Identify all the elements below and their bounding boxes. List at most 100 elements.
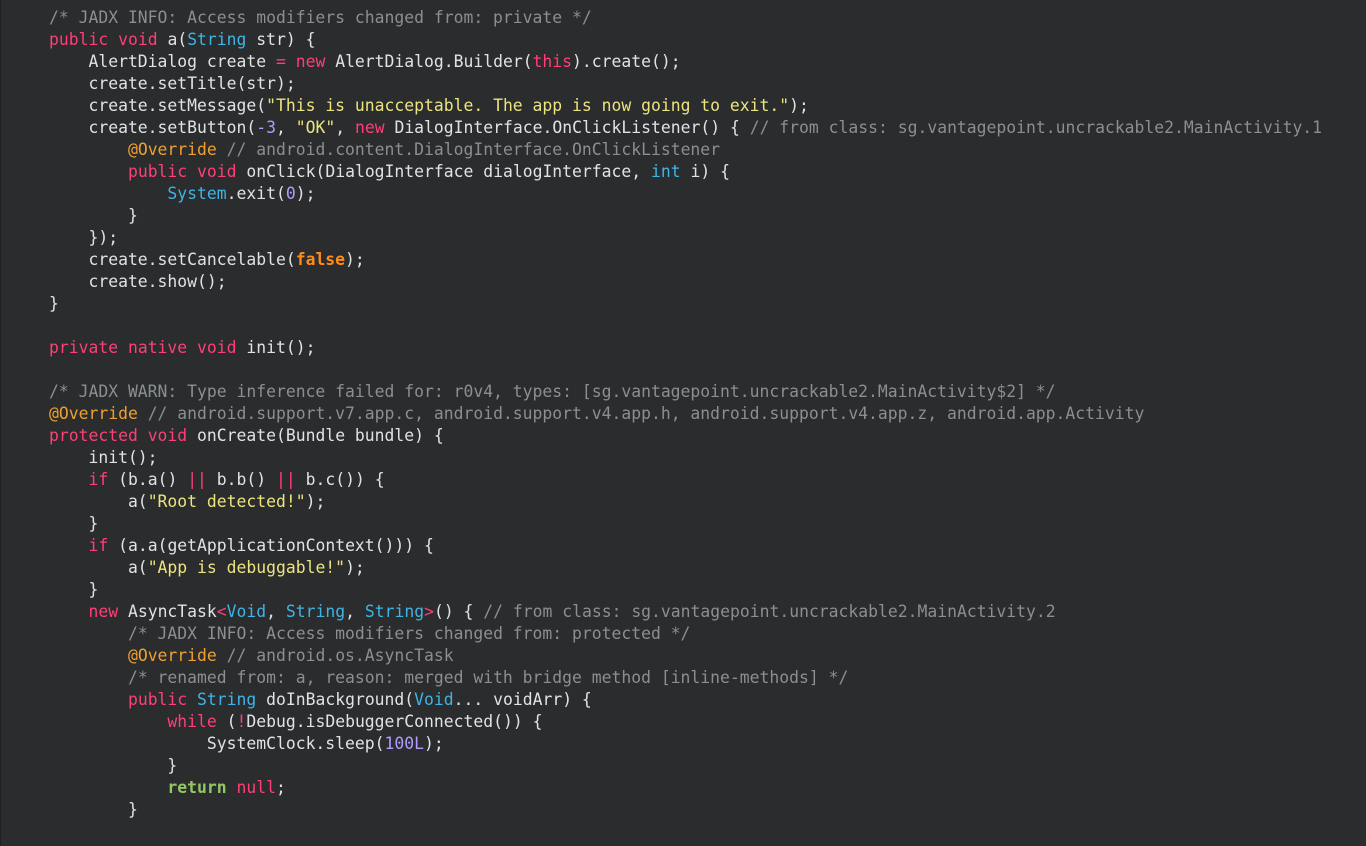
operator-token: || <box>187 470 207 489</box>
code-line: create.setCancelable(false); <box>49 249 1322 271</box>
code-text: } <box>49 294 59 313</box>
code-line: /* renamed from: a, reason: merged with … <box>49 667 1322 689</box>
keyword-token: public <box>49 30 109 49</box>
code-text: ); <box>789 96 809 115</box>
keyword-token: void <box>197 162 237 181</box>
code-editor[interactable]: /* JADX INFO: Access modifiers changed f… <box>0 0 1366 846</box>
string-literal: "This is unacceptable. The app is now go… <box>266 96 790 115</box>
type-token: String <box>364 602 425 621</box>
code-line: return null; <box>49 777 1322 799</box>
code-text: ); <box>295 184 316 203</box>
keyword-token: new <box>354 118 385 137</box>
code-line: ​ <box>49 315 1322 337</box>
number-literal: 100L <box>384 734 424 753</box>
code-text: (b.a() <box>108 470 188 489</box>
code-line: create.setTitle(str); <box>49 73 1322 95</box>
code-text: Debug.isDebuggerConnected()) { <box>246 712 543 731</box>
comment-token: /* renamed from: a, reason: merged with … <box>127 668 849 687</box>
code-text: } <box>49 800 138 819</box>
type-token: String <box>285 602 346 621</box>
code-text: AlertDialog.Builder( <box>325 52 533 71</box>
code-text: create.setMessage( <box>49 96 267 115</box>
code-text: create.setTitle(str); <box>49 74 296 93</box>
code-line: /* JADX WARN: Type inference failed for:… <box>49 381 1322 403</box>
type-token: String <box>187 30 247 49</box>
code-text: .exit( <box>226 184 286 203</box>
keyword-token: new <box>88 602 119 621</box>
annotation-token: @Override <box>127 140 217 159</box>
code-text: create.show(); <box>49 272 227 291</box>
code-line: } <box>49 513 1322 535</box>
code-text: ... voidArr) { <box>453 690 592 709</box>
type-token: String <box>197 690 257 709</box>
keyword-token: private <box>49 338 119 357</box>
code-text: ); <box>424 734 444 753</box>
keyword-token: public <box>127 162 188 181</box>
code-line: protected void onCreate(Bundle bundle) { <box>49 425 1322 447</box>
code-line: create.setMessage("This is unacceptable.… <box>49 95 1322 117</box>
code-line: if (a.a(getApplicationContext())) { <box>49 535 1322 557</box>
code-line: if (b.a() || b.b() || b.c()) { <box>49 469 1322 491</box>
code-text: b.b() <box>206 470 277 489</box>
code-line: public void a(String str) { <box>49 29 1322 51</box>
number-literal: 0 <box>285 184 296 203</box>
keyword-token: native <box>127 338 188 357</box>
code-text: init(); <box>49 448 158 467</box>
keyword-token: return <box>167 778 227 797</box>
operator-token: < <box>216 602 227 621</box>
string-literal: "OK" <box>295 118 336 137</box>
code-text: (a.a(getApplicationContext())) { <box>108 536 434 555</box>
code-text: AsyncTask <box>118 602 217 621</box>
code-text: create.setCancelable( <box>49 250 296 269</box>
code-text: ); <box>305 492 326 511</box>
code-line: create.setButton(-3, "OK", new DialogInt… <box>49 117 1322 139</box>
code-line: a("App is debuggable!"); <box>49 557 1322 579</box>
keyword-token: void <box>118 30 158 49</box>
code-text: SystemClock.sleep( <box>49 734 385 753</box>
code-line: @Override // android.content.DialogInter… <box>49 139 1322 161</box>
keyword-token: protected <box>49 426 138 445</box>
code-line: } <box>49 799 1322 821</box>
keyword-token: if <box>88 536 109 555</box>
code-text: ; <box>276 778 286 797</box>
comment-token: // android.content.DialogInterface.OnCli… <box>226 140 721 159</box>
code-text: } <box>49 756 178 775</box>
code-text: a( <box>49 492 148 511</box>
code-text: , <box>345 602 365 621</box>
code-text: , <box>275 118 296 137</box>
code-text: init(); <box>236 338 316 357</box>
code-text: a( <box>49 558 148 577</box>
code-line: } <box>49 293 1322 315</box>
code-text: ( <box>216 712 237 731</box>
keyword-token: if <box>88 470 109 489</box>
code-line: }); <box>49 227 1322 249</box>
keyword-token: public <box>127 690 188 709</box>
annotation-token: @Override <box>49 404 138 423</box>
comment-token: // android.support.v7.app.c, android.sup… <box>147 404 1145 423</box>
code-text: ); <box>345 250 365 269</box>
comment-token: /* JADX INFO: Access modifiers changed f… <box>127 624 691 643</box>
code-text: } <box>49 580 99 599</box>
code-line: } <box>49 205 1322 227</box>
code-text: } <box>49 514 99 533</box>
operator-token: || <box>276 470 296 489</box>
code-text: create.setButton( <box>49 118 257 137</box>
decompiled-java-source[interactable]: /* JADX INFO: Access modifiers changed f… <box>49 7 1322 821</box>
code-line: AlertDialog create = new AlertDialog.Bui… <box>49 51 1322 73</box>
code-line: @Override // android.os.AsyncTask <box>49 645 1322 667</box>
code-text: , <box>266 602 286 621</box>
code-line: init(); <box>49 447 1322 469</box>
